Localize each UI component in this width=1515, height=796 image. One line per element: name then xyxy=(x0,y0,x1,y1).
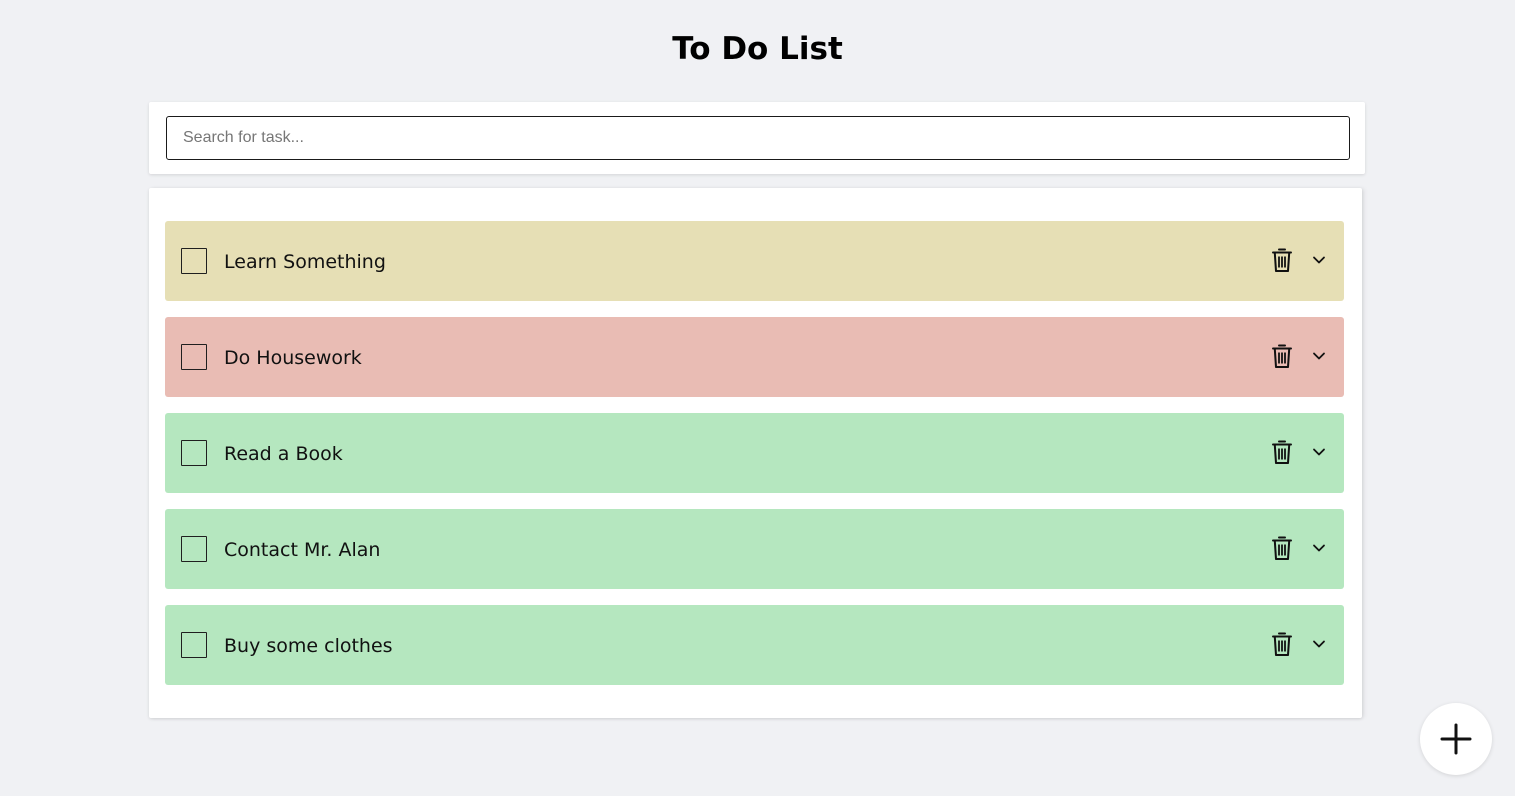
page-title: To Do List xyxy=(672,31,843,67)
task-checkbox[interactable] xyxy=(181,632,207,658)
task-checkbox[interactable] xyxy=(181,536,207,562)
search-card xyxy=(149,102,1365,174)
task-label: Contact Mr. Alan xyxy=(224,539,381,561)
plus-icon xyxy=(1440,723,1472,755)
chevron-down-icon[interactable] xyxy=(1312,542,1326,554)
task-label: Do Housework xyxy=(224,347,362,369)
task-label: Buy some clothes xyxy=(224,635,393,657)
search-input[interactable] xyxy=(166,116,1350,160)
task-item: Contact Mr. Alan xyxy=(165,509,1344,589)
task-label: Learn Something xyxy=(224,251,386,273)
chevron-down-icon[interactable] xyxy=(1312,350,1326,362)
task-checkbox[interactable] xyxy=(181,440,207,466)
trash-icon[interactable] xyxy=(1271,343,1293,369)
chevron-down-icon[interactable] xyxy=(1312,446,1326,458)
task-label: Read a Book xyxy=(224,443,343,465)
add-task-button[interactable] xyxy=(1420,703,1492,775)
trash-icon[interactable] xyxy=(1271,535,1293,561)
chevron-down-icon[interactable] xyxy=(1312,638,1326,650)
task-item: Learn Something xyxy=(165,221,1344,301)
task-item: Buy some clothes xyxy=(165,605,1344,685)
task-item: Do Housework xyxy=(165,317,1344,397)
trash-icon[interactable] xyxy=(1271,439,1293,465)
task-checkbox[interactable] xyxy=(181,248,207,274)
task-list-card: Learn Something Do Housework Read a Book… xyxy=(149,188,1362,718)
task-item: Read a Book xyxy=(165,413,1344,493)
task-checkbox[interactable] xyxy=(181,344,207,370)
trash-icon[interactable] xyxy=(1271,631,1293,657)
task-list: Learn Something Do Housework Read a Book… xyxy=(165,221,1344,701)
chevron-down-icon[interactable] xyxy=(1312,254,1326,266)
trash-icon[interactable] xyxy=(1271,247,1293,273)
